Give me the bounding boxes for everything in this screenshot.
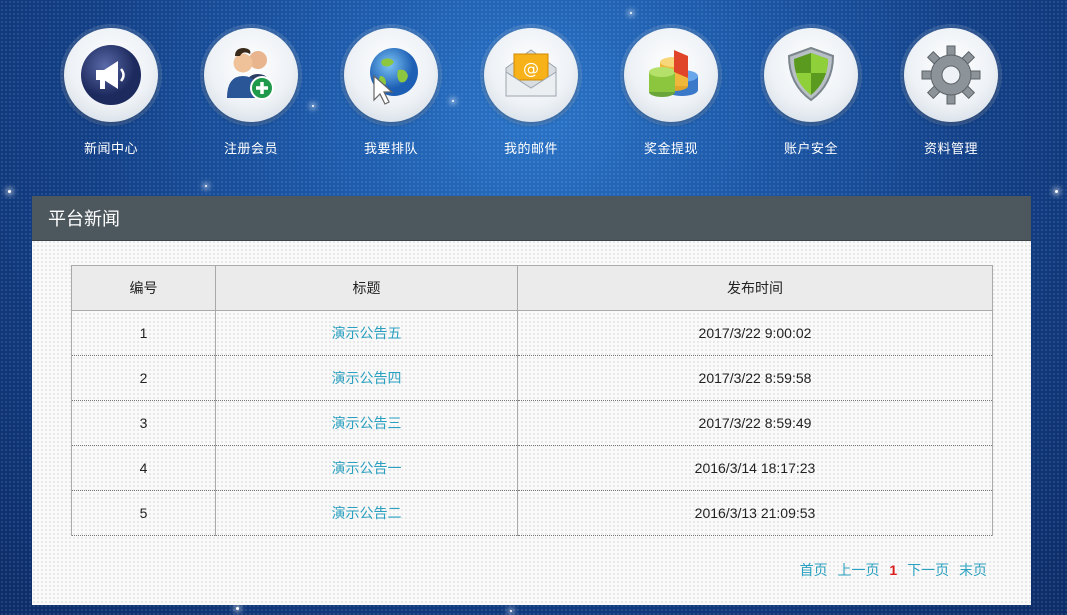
news-table: 编号 标题 发布时间 1 演示公告五 2017/3/22 9:00:02 2 演… <box>71 265 993 536</box>
nav-label: 新闻中心 <box>83 141 138 156</box>
table-row: 5 演示公告二 2016/3/13 21:09:53 <box>71 490 993 536</box>
gear-icon <box>921 45 981 105</box>
pager-first[interactable]: 首页 <box>800 562 828 578</box>
row-time: 2017/3/22 8:59:49 <box>517 400 993 446</box>
nav-item-withdraw[interactable]: 奖金提现 <box>601 28 741 157</box>
nav-icon-circle <box>624 28 718 122</box>
nav-item-profile[interactable]: 资料管理 <box>881 28 1021 157</box>
nav-icon-circle <box>64 28 158 122</box>
globe-cursor-icon <box>370 48 418 105</box>
column-header-title: 标题 <box>215 265 518 311</box>
nav-label: 我的邮件 <box>503 141 558 156</box>
pager-prev[interactable]: 上一页 <box>838 562 880 578</box>
row-time: 2016/3/14 18:17:23 <box>517 445 993 491</box>
mail-icon: @ <box>505 49 557 97</box>
column-header-time: 发布时间 <box>517 265 993 311</box>
shield-icon <box>787 46 835 102</box>
pager-last[interactable]: 末页 <box>959 562 987 578</box>
row-id: 5 <box>71 490 216 536</box>
row-time: 2017/3/22 9:00:02 <box>517 310 993 356</box>
table-header-row: 编号 标题 发布时间 <box>71 265 993 311</box>
news-title-link[interactable]: 演示公告三 <box>332 415 402 431</box>
nav-label: 我要排队 <box>363 141 418 156</box>
nav-item-queue[interactable]: 我要排队 <box>321 28 461 157</box>
nav-item-security[interactable]: 账户安全 <box>741 28 881 157</box>
nav-icon-circle: @ <box>484 28 578 122</box>
nav-icon-circle <box>904 28 998 122</box>
row-id: 3 <box>71 400 216 446</box>
nav-icon-circle <box>344 28 438 122</box>
row-id: 1 <box>71 310 216 356</box>
table-row: 4 演示公告一 2016/3/14 18:17:23 <box>71 445 993 491</box>
row-time: 2017/3/22 8:59:58 <box>517 355 993 401</box>
nav-item-register[interactable]: 注册会员 <box>181 28 321 157</box>
row-id: 2 <box>71 355 216 401</box>
nav-label: 注册会员 <box>223 141 278 156</box>
add-user-icon <box>227 48 274 100</box>
nav-item-news[interactable]: 新闻中心 <box>41 28 181 157</box>
pager-next[interactable]: 下一页 <box>907 562 949 578</box>
chart-icon <box>649 50 698 97</box>
table-row: 3 演示公告三 2017/3/22 8:59:49 <box>71 400 993 446</box>
news-title-link[interactable]: 演示公告四 <box>332 370 402 386</box>
megaphone-icon <box>81 45 141 105</box>
panel-title: 平台新闻 <box>32 196 1031 241</box>
table-row: 1 演示公告五 2017/3/22 9:00:02 <box>71 310 993 356</box>
news-title-link[interactable]: 演示公告二 <box>332 505 402 521</box>
column-header-id: 编号 <box>71 265 216 311</box>
news-title-link[interactable]: 演示公告五 <box>332 325 402 341</box>
news-panel: 平台新闻 编号 标题 发布时间 1 演示公告五 2017/3/22 9:00:0… <box>32 196 1031 605</box>
svg-text:@: @ <box>523 59 539 78</box>
nav-label: 奖金提现 <box>643 141 698 156</box>
nav-item-mail[interactable]: @ 我的邮件 <box>461 28 601 157</box>
nav-label: 资料管理 <box>923 141 978 156</box>
news-title-link[interactable]: 演示公告一 <box>332 460 402 476</box>
nav-icon-circle <box>204 28 298 122</box>
table-row: 2 演示公告四 2017/3/22 8:59:58 <box>71 355 993 401</box>
pagination: 首页 上一页 1 下一页 末页 <box>794 560 987 580</box>
nav-icon-circle <box>764 28 858 122</box>
pager-current-page: 1 <box>889 562 898 578</box>
row-id: 4 <box>71 445 216 491</box>
row-time: 2016/3/13 21:09:53 <box>517 490 993 536</box>
top-navigation: 新闻中心 注册会员 我要排队 @ 我的邮件 奖金提现 账户安全 资料管理 <box>0 0 1067 190</box>
nav-label: 账户安全 <box>783 141 838 156</box>
